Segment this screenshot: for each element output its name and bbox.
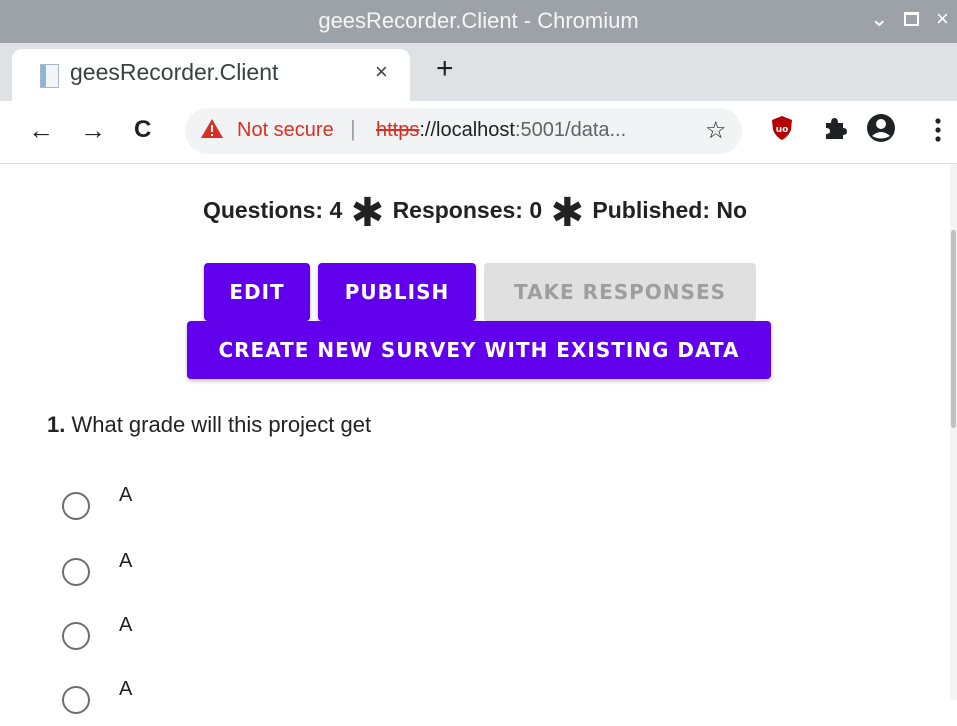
edit-button[interactable]: EDIT <box>204 263 310 321</box>
kebab-menu-icon[interactable] <box>934 117 942 143</box>
radio-button[interactable] <box>62 622 90 650</box>
page-favicon-icon <box>40 64 59 88</box>
question-1: 1. What grade will this project get <box>47 412 371 438</box>
url-path: :5001/data... <box>514 119 627 141</box>
page-content: Questions: 4 ✱ Responses: 0 ✱ Published:… <box>0 164 950 714</box>
window-title: geesRecorder.Client - Chromium <box>318 8 639 33</box>
new-tab-button[interactable]: + <box>436 54 454 84</box>
option-label: A <box>119 678 133 700</box>
forward-button[interactable]: → <box>80 112 106 148</box>
omnibox-separator: | <box>350 116 356 141</box>
question-number: 1. <box>47 412 66 437</box>
responses-count: Responses: 0 <box>392 197 543 223</box>
browser-toolbar: ← → C Not secure | https://localhost:500… <box>0 101 957 164</box>
url-host: ://localhost <box>419 119 515 141</box>
window-titlebar: geesRecorder.Client - Chromium ⌄ × <box>0 0 957 43</box>
ublock-icon[interactable]: uo <box>770 115 794 141</box>
questions-count: Questions: 4 <box>202 197 343 223</box>
back-button[interactable]: ← <box>28 112 54 148</box>
radio-button[interactable] <box>62 492 90 520</box>
radio-button[interactable] <box>62 558 90 586</box>
tab-geesrecorder[interactable]: geesRecorder.Client × <box>12 49 410 101</box>
svg-text:uo: uo <box>776 125 789 135</box>
asterisk-icon: ✱ <box>350 191 385 235</box>
tab-close-icon[interactable]: × <box>375 59 388 85</box>
scrollbar-thumb[interactable] <box>951 230 956 428</box>
asterisk-icon: ✱ <box>550 191 585 235</box>
close-window-button[interactable]: × <box>936 6 949 32</box>
url-text[interactable]: https://localhost:5001/data... <box>376 119 626 142</box>
option-label: A <box>119 614 133 636</box>
option-label: A <box>119 550 133 572</box>
security-label[interactable]: Not secure <box>237 119 334 142</box>
option-label: A <box>119 484 133 506</box>
page-scrollbar[interactable] <box>950 164 957 700</box>
tab-strip: geesRecorder.Client × + <box>0 43 957 101</box>
question-text: What grade will this project get <box>65 412 372 437</box>
published-status: Published: No <box>592 197 748 223</box>
create-new-survey-button[interactable]: CREATE NEW SURVEY WITH EXISTING DATA <box>187 321 771 379</box>
warning-triangle-icon <box>201 119 223 138</box>
tab-title: geesRecorder.Client <box>70 59 279 85</box>
account-icon[interactable] <box>866 113 896 143</box>
take-responses-button[interactable]: TAKE RESPONSES <box>484 263 756 321</box>
reload-button[interactable]: C <box>134 112 151 148</box>
url-scheme: https <box>376 119 420 141</box>
publish-button[interactable]: PUBLISH <box>318 263 476 321</box>
puzzle-icon[interactable] <box>822 115 848 141</box>
survey-stats: Questions: 4 ✱ Responses: 0 ✱ Published:… <box>0 190 950 236</box>
radio-button[interactable] <box>62 686 90 714</box>
minimize-button[interactable]: ⌄ <box>870 6 888 32</box>
address-bar[interactable]: Not secure | https://localhost:5001/data… <box>185 108 742 154</box>
maximize-button[interactable] <box>904 10 919 31</box>
star-icon[interactable]: ☆ <box>705 116 727 145</box>
